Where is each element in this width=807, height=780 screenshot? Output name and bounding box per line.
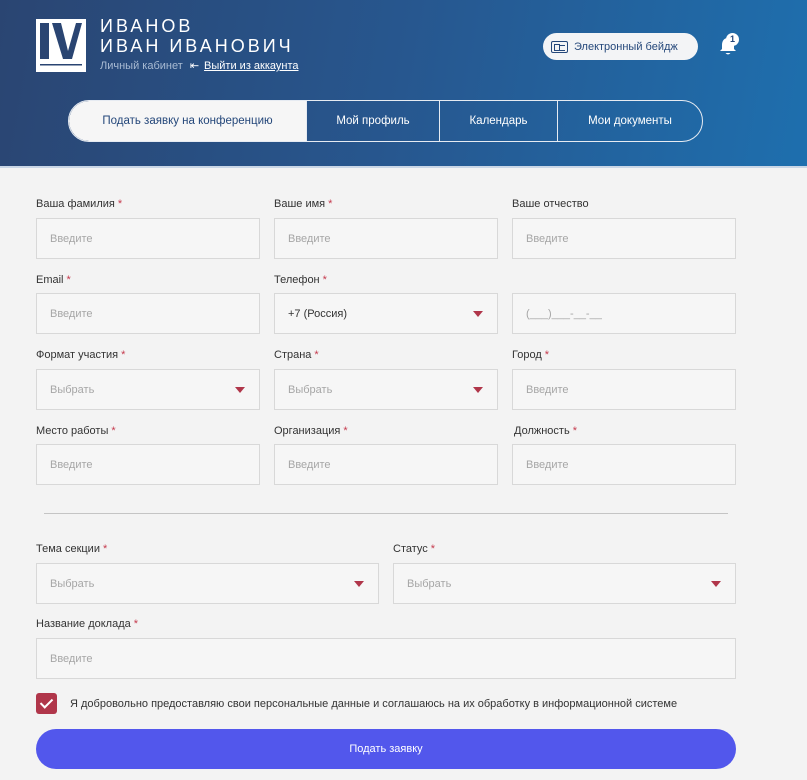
city-label: Город * (512, 349, 549, 361)
chevron-down-icon (235, 387, 245, 393)
submit-application-button[interactable]: Подать заявку (36, 729, 736, 769)
logout-icon[interactable]: ⇤ (190, 59, 199, 72)
middle-name-label: Ваше отчество (512, 198, 589, 210)
status-label: Статус * (393, 543, 435, 555)
city-input[interactable]: Введите (512, 369, 736, 410)
middle-name-input[interactable]: Введите (512, 218, 736, 259)
electronic-badge-label: Электронный бейдж (574, 40, 678, 53)
tab-my-profile[interactable]: Мой профиль (306, 101, 439, 141)
country-select[interactable]: Выбрать (274, 369, 498, 410)
notification-count-badge: 1 (726, 33, 739, 46)
first-name-label: Ваше имя * (274, 198, 332, 210)
status-select[interactable]: Выбрать (393, 563, 736, 604)
required-mark: * (66, 274, 71, 286)
organization-label-text: Организация (274, 425, 341, 437)
country-placeholder: Выбрать (288, 383, 333, 396)
id-card-icon (551, 40, 568, 53)
required-mark: * (572, 425, 577, 437)
consent-checkbox[interactable] (36, 693, 57, 714)
required-mark: * (117, 198, 123, 210)
tab-my-documents[interactable]: Мои документы (557, 101, 702, 141)
section-topic-label-text: Тема секции (36, 543, 100, 555)
position-label: Должность * (514, 425, 577, 437)
phone-country-value: +7 (Россия) (288, 307, 347, 320)
organization-label: Организация * (274, 425, 348, 437)
section-divider (44, 513, 728, 514)
position-input[interactable]: Введите (512, 444, 736, 485)
last-name-label: Ваша фамилия * (36, 198, 122, 210)
required-mark: * (544, 349, 550, 361)
email-label-text: Email (36, 274, 64, 286)
first-name-input[interactable]: Введите (274, 218, 498, 259)
format-label: Формат участия * (36, 349, 125, 361)
electronic-badge-button[interactable]: Электронный бейдж (543, 33, 698, 60)
section-topic-label: Тема секции * (36, 543, 107, 555)
phone-country-select[interactable]: +7 (Россия) (274, 293, 498, 334)
chevron-down-icon (711, 581, 721, 587)
workplace-label: Место работы * (36, 425, 116, 437)
user-first-middle-name: ИВАН ИВАНОВИЧ (100, 36, 294, 56)
position-label-text: Должность (514, 425, 570, 437)
consent-text: Я добровольно предоставляю свои персонал… (70, 698, 678, 710)
status-placeholder: Выбрать (407, 577, 452, 590)
section-topic-placeholder: Выбрать (50, 577, 95, 590)
status-label-text: Статус (393, 543, 428, 555)
phone-label-text: Телефон (274, 274, 320, 286)
required-mark: * (111, 425, 116, 437)
cabinet-label: Личный кабинет (100, 60, 183, 72)
phone-number-input[interactable]: (___)___-__-__ (512, 293, 736, 334)
chevron-down-icon (473, 311, 483, 317)
report-title-input[interactable]: Введите (36, 638, 736, 679)
required-mark: * (121, 349, 126, 361)
email-label: Email * (36, 274, 71, 286)
required-mark: * (314, 349, 319, 361)
page-header: ИВАНОВ ИВАН ИВАНОВИЧ Личный кабинет ⇤ Вый… (0, 0, 807, 168)
logout-link[interactable]: Выйти из аккаунта (204, 60, 298, 72)
country-label-text: Страна (274, 349, 312, 361)
report-title-label: Название доклада * (36, 618, 138, 630)
required-mark: * (322, 274, 327, 286)
tab-submit-application[interactable]: Подать заявку на конференцию (69, 101, 306, 141)
format-select[interactable]: Выбрать (36, 369, 260, 410)
format-label-text: Формат участия (36, 349, 119, 361)
last-name-label-text: Ваша фамилия (36, 198, 115, 210)
workplace-input[interactable]: Введите (36, 444, 260, 485)
format-placeholder: Выбрать (50, 383, 95, 396)
tab-calendar[interactable]: Календарь (439, 101, 557, 141)
city-label-text: Город (512, 349, 542, 361)
last-name-input[interactable]: Введите (36, 218, 260, 259)
required-mark: * (133, 618, 139, 630)
required-mark: * (328, 198, 333, 210)
phone-label: Телефон * (274, 274, 327, 286)
report-title-label-text: Название доклада (36, 618, 131, 630)
account-links: Личный кабинет ⇤ Выйти из аккаунта (100, 59, 299, 72)
section-topic-select[interactable]: Выбрать (36, 563, 379, 604)
chevron-down-icon (354, 581, 364, 587)
required-mark: * (102, 543, 108, 555)
main-tabs: Подать заявку на конференцию Мой профиль… (68, 100, 703, 142)
required-mark: * (343, 425, 348, 437)
email-input[interactable]: Введите (36, 293, 260, 334)
organization-input[interactable]: Введите (274, 444, 498, 485)
required-mark: * (430, 543, 436, 555)
workplace-label-text: Место работы (36, 425, 109, 437)
chevron-down-icon (473, 387, 483, 393)
user-last-name: ИВАНОВ (100, 16, 194, 36)
country-label: Страна * (274, 349, 319, 361)
user-full-name: ИВАНОВ ИВАН ИВАНОВИЧ (100, 16, 294, 56)
first-name-label-text: Ваше имя (274, 198, 326, 210)
logo-icon (36, 19, 86, 72)
